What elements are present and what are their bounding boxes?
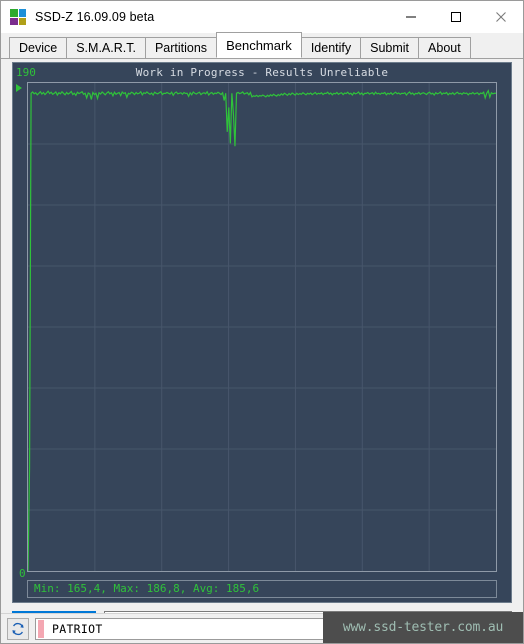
benchmark-page: 190 Work in Progress - Results Unreliabl…	[1, 59, 523, 643]
tab-submit[interactable]: Submit	[360, 37, 420, 58]
tab-smart[interactable]: S.M.A.R.T.	[66, 37, 146, 58]
tab-benchmark[interactable]: Benchmark	[216, 32, 302, 58]
device-name-field[interactable]: PATRIOT	[35, 617, 515, 640]
window-title: SSD-Z 16.09.09 beta	[35, 10, 155, 24]
app-grid-icon	[10, 9, 26, 25]
tab-identify[interactable]: Identify	[300, 37, 362, 58]
benchmark-graph-panel: 190 Work in Progress - Results Unreliabl…	[12, 62, 512, 603]
tab-about[interactable]: About	[418, 37, 471, 58]
app-icon-quad-purple	[10, 17, 18, 25]
refresh-button[interactable]	[7, 617, 29, 640]
cursor-marker-icon	[16, 84, 22, 92]
maximize-button[interactable]	[433, 1, 478, 33]
tab-strip: Device S.M.A.R.T. Partitions Benchmark I…	[1, 32, 523, 59]
maximize-icon	[450, 12, 461, 22]
plot-area	[27, 82, 497, 572]
app-window: SSD-Z 16.09.09 beta Device S.M.A.R.T. Pa…	[0, 0, 524, 644]
grid-lines	[28, 83, 496, 571]
minimize-button[interactable]	[388, 1, 433, 33]
refresh-icon	[12, 622, 24, 635]
tab-device[interactable]: Device	[9, 37, 68, 58]
app-icon-quad-olive	[18, 17, 26, 25]
window-controls	[388, 1, 523, 33]
close-button[interactable]	[478, 1, 523, 33]
title-bar: SSD-Z 16.09.09 beta	[1, 1, 523, 33]
app-icon-quad-blue	[18, 9, 26, 17]
benchmark-stats-line: Min: 165,4, Max: 186,8, Avg: 185,6	[27, 580, 497, 598]
tab-partitions[interactable]: Partitions	[144, 37, 218, 58]
y-axis-min-label: 0	[19, 567, 26, 580]
transfer-rate-line-chart	[28, 83, 496, 571]
device-name-text: PATRIOT	[52, 621, 103, 636]
transfer-rate-polyline	[28, 91, 496, 571]
close-icon	[495, 12, 506, 22]
graph-title: Work in Progress - Results Unreliable	[135, 66, 389, 79]
status-bar: PATRIOT	[1, 613, 523, 643]
app-icon-quad-green	[10, 9, 18, 17]
minimize-icon	[405, 16, 416, 18]
